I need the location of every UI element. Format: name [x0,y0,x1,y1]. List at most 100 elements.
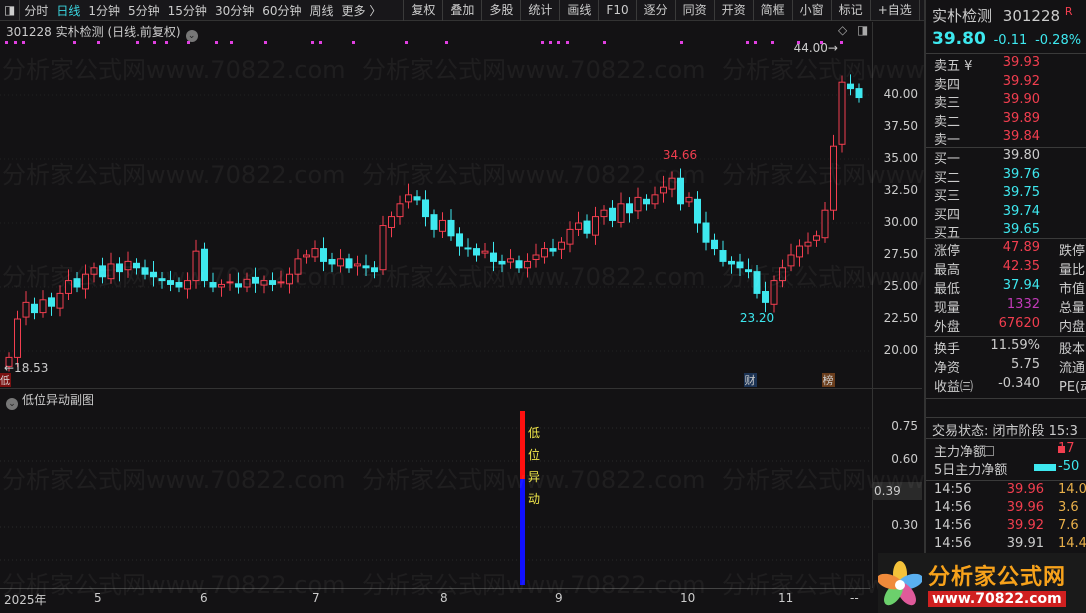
candle [371,261,378,279]
row-label: 最低 [934,282,961,297]
candle [464,238,472,257]
peak-label: 34.66 [663,148,697,162]
tick-time: 14:56 [934,536,972,551]
row-value: 11.59% [990,338,1040,353]
row-value: 39.76 [1002,166,1040,182]
candle [354,255,361,276]
candle [430,209,438,238]
period-tab-5[interactable]: 30分钟 [211,2,258,19]
row-value: 42.35 [1002,259,1040,274]
period-tab-4[interactable]: 15分钟 [164,2,211,19]
last-price: 39.80 [932,29,986,49]
quote-row: 买一 39.80 [934,148,1086,167]
toolbar: ◨ 分时 日线 1分钟 5分钟 15分钟 30分钟 60分钟 周线 更多 〉 复权 叠加 多股 统计画… [0,0,951,21]
period-tab-8[interactable]: 更多 〉 [338,2,386,19]
tick-volume: 7.6 [1058,518,1079,533]
candle [226,273,234,291]
signal-dot [549,41,552,44]
quote-row: 换手 11.59% 股本 [934,338,1086,357]
toolbar-button-11[interactable]: 标记 [830,0,870,21]
toolbar-button-5[interactable]: F10 [598,0,635,21]
list-icon[interactable] [984,446,994,456]
panel-toggle-icon[interactable]: ◨ [0,3,19,17]
row-label-2: PE(动 [1059,380,1086,395]
signal-dot [14,41,17,44]
flow-value: -50 [1058,459,1080,474]
row-label: 买三 [934,189,961,204]
candle [158,272,166,289]
toolbar-button-7[interactable]: 同资 [674,0,714,21]
indicator-tick: 0.30 [891,518,918,532]
signal-dot [215,41,218,44]
quote-row: 净资 5.75 流通 [934,357,1086,376]
toolbar-button-6[interactable]: 逐分 [635,0,675,21]
period-tab-1[interactable]: 日线 [52,2,84,19]
divider [926,480,1086,481]
signal-dot [73,41,76,44]
logo-url: www.70822.com [928,591,1066,607]
flow-label: 5日主力净额 [934,463,1008,478]
toolbar-button-8[interactable]: 开资 [713,0,753,21]
candle [566,221,574,253]
toolbar-button-10[interactable]: 小窗 [791,0,831,21]
toolbar-button-12[interactable]: +自选 [869,0,919,21]
price-tick: 32.50 [883,183,918,197]
signal-dot [840,41,843,44]
candle [473,243,480,262]
candle [796,239,803,267]
toolbar-button-1[interactable]: 叠加 [442,0,481,21]
signal-dot [603,41,606,44]
site-logo: 分析家公式网 www.70822.com [878,553,1086,613]
time-label: 10 [680,591,696,605]
candle [685,192,693,207]
flow-value: 17 [1058,441,1075,456]
period-tab-3[interactable]: 5分钟 [124,2,164,19]
signal-dot [746,41,749,44]
quote-header: 实朴检测 301228 R [932,5,1073,26]
chevron-down-icon[interactable]: ⌄ [6,398,18,410]
period-tab-7[interactable]: 周线 [306,2,338,19]
toolbar-button-9[interactable]: 简框 [752,0,792,21]
candle [345,253,353,273]
candle [73,272,81,293]
period-tab-2[interactable]: 1分钟 [84,2,124,19]
event-marker[interactable]: 财 [745,373,756,387]
tick-time: 14:56 [934,500,972,515]
time-label: 2025年 [4,593,47,607]
toolbar-button-2[interactable]: 多股 [481,0,520,21]
period-tab-6[interactable]: 60分钟 [258,2,305,19]
period-tab-0[interactable]: 分时 [20,2,52,19]
row-label: 收益㈢ [934,380,974,395]
signal-dot [319,41,322,44]
candle [107,252,115,284]
quote-row: 涨停 47.89 跌停 [934,240,1086,259]
event-marker[interactable]: 榜 [823,373,834,387]
time-label: 8 [440,591,448,605]
tick-price: 39.96 [1006,500,1044,515]
candle [124,251,132,278]
flow-label: 主力净额 [934,445,987,460]
row-label: 外盘 [934,320,961,335]
indicator-title[interactable]: ⌄ 低位异动副图 [6,391,94,410]
candle [804,232,812,255]
toolbar-button-4[interactable]: 画线 [559,0,598,21]
candlestick-chart[interactable]: 44.00→ 34.66 23.20 ←18.53 财 榜 低 [0,22,872,388]
quote-panel: 实朴检测 301228 R 39.80 -0.11 -0.28% 卖五 ¥ 39.… [924,0,1086,613]
quote-row: 收益㈢ -0.340 PE(动 [934,376,1086,395]
low-marker[interactable]: 低 [0,374,10,387]
trough-label: 23.20 [740,311,774,325]
candle [90,262,98,283]
r-badge: R [1064,5,1073,18]
toolbar-button-0[interactable]: 复权 [403,0,442,21]
candle [660,175,667,203]
candle [39,290,47,318]
indicator-pane: 低位异动 [0,388,922,588]
flow-row: 5日主力净额 -50 [934,459,1086,478]
row-value: 39.65 [1002,222,1040,237]
stock-name: 实朴检测 [932,7,993,25]
row-label: 卖一 [934,133,961,148]
row-value: 5.75 [1011,357,1040,372]
row-value: 67620 [998,316,1040,331]
toolbar-button-3[interactable]: 统计 [520,0,559,21]
candle [668,171,676,198]
